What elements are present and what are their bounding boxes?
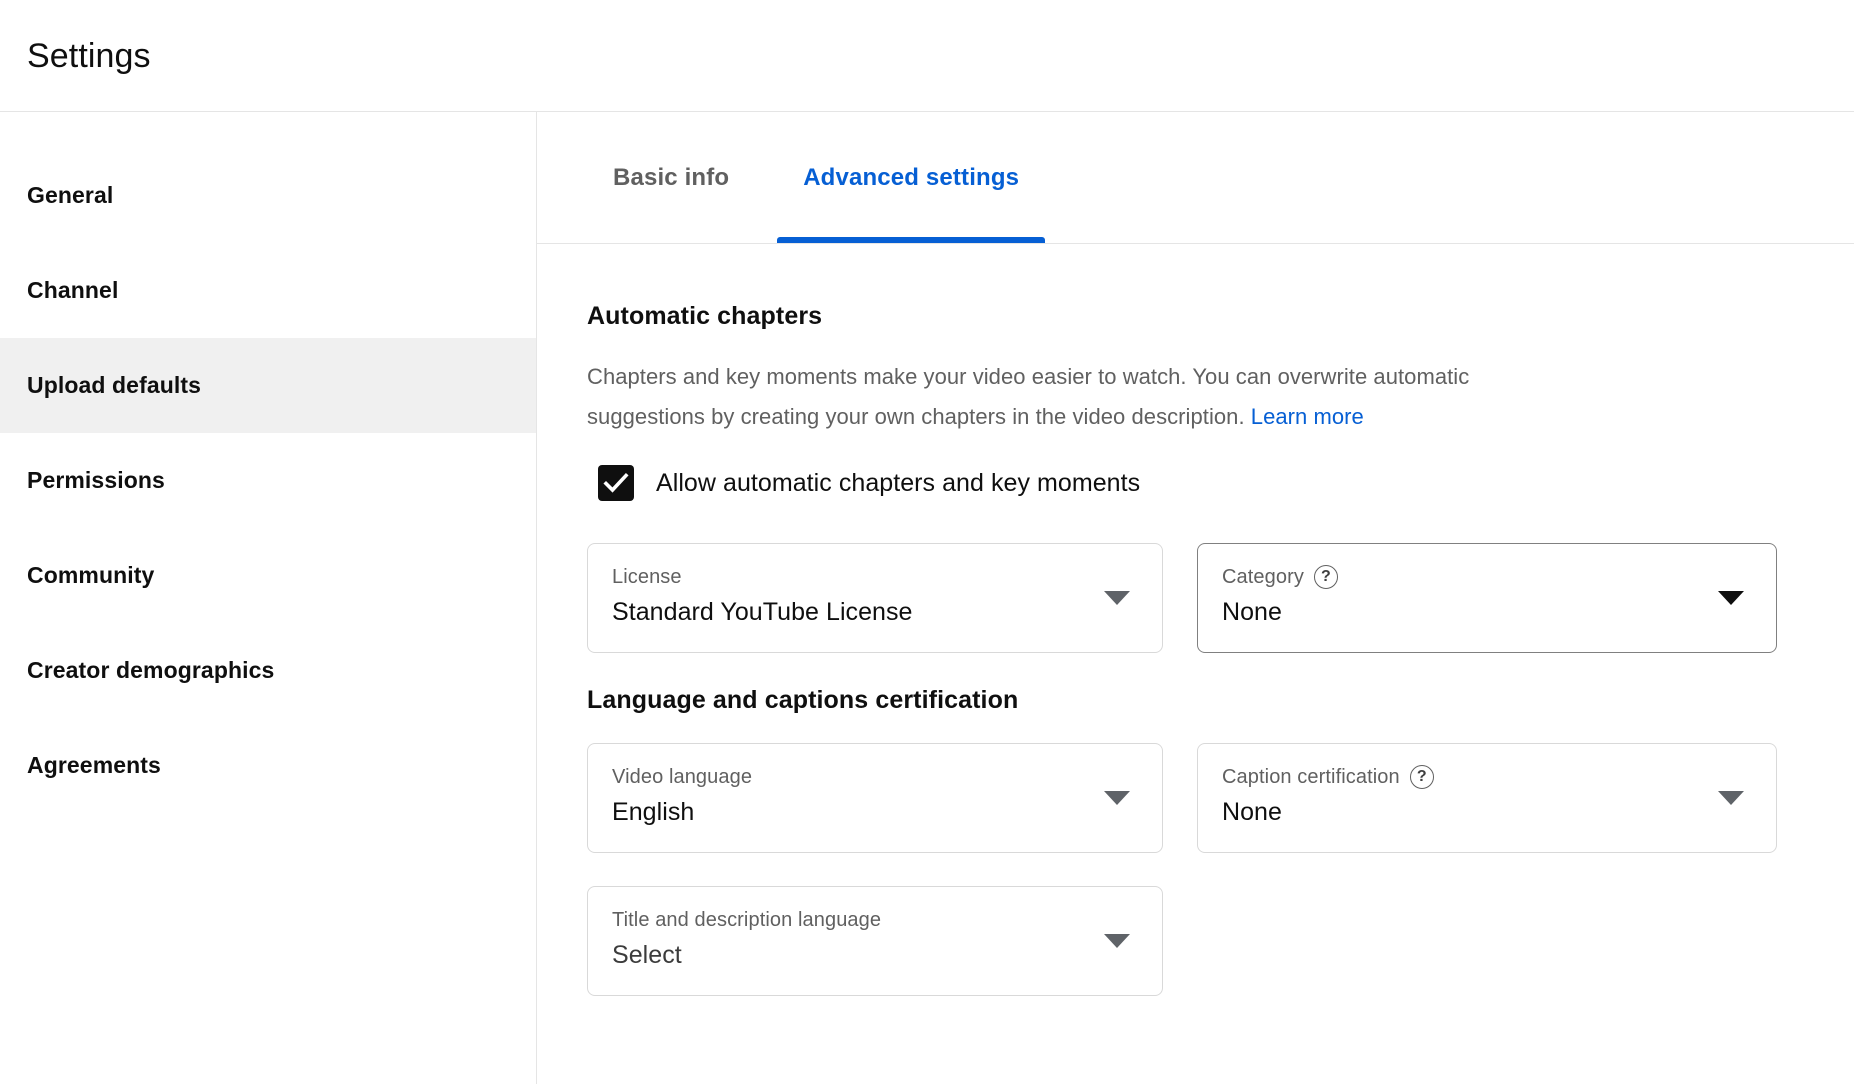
allow-automatic-chapters-row[interactable]: Allow automatic chapters and key moments (587, 465, 1854, 501)
language-captions-heading: Language and captions certification (587, 686, 1019, 714)
title-description-language-select[interactable]: Title and description language Select (587, 886, 1163, 996)
tab-bar: Basic info Advanced settings (537, 112, 1854, 244)
sidebar-item-label: Channel (27, 277, 119, 303)
video-language-label-text: Video language (612, 766, 753, 788)
page-title: Settings (27, 36, 151, 75)
advanced-settings-panel: Automatic chapters Chapters and key mome… (537, 244, 1854, 1029)
sidebar-item-community[interactable]: Community (0, 528, 536, 623)
chevron-down-icon (1104, 591, 1130, 605)
settings-header: Settings (0, 0, 1854, 112)
video-language-select[interactable]: Video language English (587, 743, 1163, 853)
sidebar-item-label: General (27, 182, 114, 208)
license-select-value: Standard YouTube License (612, 598, 913, 626)
sidebar-item-channel[interactable]: Channel (0, 243, 536, 338)
allow-automatic-chapters-checkbox[interactable] (598, 465, 634, 501)
tab-advanced-settings[interactable]: Advanced settings (777, 112, 1046, 243)
tab-basic-info[interactable]: Basic info (587, 112, 755, 243)
sidebar-item-label: Community (27, 562, 155, 588)
help-question-icon[interactable]: ? (1313, 565, 1338, 589)
category-select[interactable]: Category ? None (1197, 543, 1777, 653)
title-description-language-select-label: Title and description language (612, 908, 1092, 932)
category-label-text: Category (1222, 566, 1304, 588)
sidebar-item-label: Permissions (27, 467, 165, 493)
title-description-language-label-text: Title and description language (612, 909, 882, 931)
caption-certification-select-label: Caption certification ? (1222, 765, 1706, 789)
help-question-icon[interactable]: ? (1409, 765, 1434, 789)
video-language-select-label: Video language (612, 765, 1092, 789)
learn-more-link[interactable]: Learn more (1251, 404, 1364, 429)
allow-automatic-chapters-label: Allow automatic chapters and key moments (656, 468, 1141, 497)
license-category-row: License Standard YouTube License Categor… (587, 543, 1854, 653)
license-select-label: License (612, 565, 1092, 589)
tab-active-indicator (777, 237, 1046, 243)
caption-certification-label-text: Caption certification (1222, 766, 1400, 788)
chevron-down-icon (1718, 791, 1744, 805)
tab-label: Basic info (613, 163, 730, 191)
caption-certification-select-value: None (1222, 798, 1282, 826)
sidebar-item-label: Agreements (27, 752, 161, 778)
title-description-language-row: Title and description language Select (587, 886, 1854, 996)
sidebar-item-permissions[interactable]: Permissions (0, 433, 536, 528)
tab-label: Advanced settings (803, 163, 1020, 191)
caption-certification-select[interactable]: Caption certification ? None (1197, 743, 1777, 853)
sidebar-item-general[interactable]: General (0, 148, 536, 243)
chevron-down-icon (1718, 591, 1744, 605)
sidebar-item-label: Creator demographics (27, 657, 275, 683)
language-caption-row: Video language English Caption certifica… (587, 743, 1854, 853)
sidebar-item-agreements[interactable]: Agreements (0, 718, 536, 813)
chevron-down-icon (1104, 934, 1130, 948)
category-select-value: None (1222, 598, 1282, 626)
settings-sidebar: General Channel Upload defaults Permissi… (0, 112, 537, 1084)
automatic-chapters-heading: Automatic chapters (587, 302, 823, 330)
license-label-text: License (612, 566, 682, 588)
settings-content: Basic info Advanced settings Automatic c… (537, 112, 1854, 1084)
settings-body: General Channel Upload defaults Permissi… (0, 112, 1854, 1084)
sidebar-item-creator-demographics[interactable]: Creator demographics (0, 623, 536, 718)
category-select-label: Category ? (1222, 565, 1706, 589)
checkmark-icon (603, 472, 629, 493)
license-select[interactable]: License Standard YouTube License (587, 543, 1163, 653)
chevron-down-icon (1104, 791, 1130, 805)
sidebar-item-label: Upload defaults (27, 372, 202, 398)
video-language-select-value: English (612, 798, 695, 826)
sidebar-item-upload-defaults[interactable]: Upload defaults (0, 338, 536, 433)
title-description-language-select-value: Select (612, 941, 682, 969)
automatic-chapters-description: Chapters and key moments make your video… (587, 357, 1517, 437)
